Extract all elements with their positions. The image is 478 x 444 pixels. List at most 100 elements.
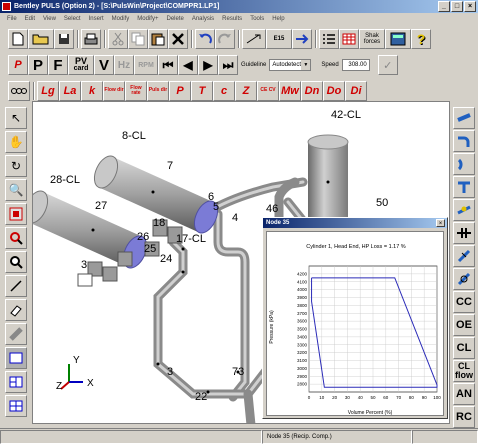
pipe-tool[interactable]	[5, 323, 27, 345]
zoom-previous-tool[interactable]	[5, 251, 27, 273]
oe-button[interactable]: OE	[453, 314, 475, 336]
c-label-button[interactable]: c	[213, 80, 235, 101]
menu-modify-plus[interactable]: Modify+	[137, 13, 158, 25]
guideline-select[interactable]: Autodetect ▼	[269, 59, 312, 71]
component-bend-button[interactable]	[453, 153, 475, 175]
component-valve-button[interactable]	[453, 199, 475, 221]
draw-line-tool[interactable]	[5, 275, 27, 297]
speed-input[interactable]: 308.00	[341, 59, 370, 71]
rotate-tool[interactable]: ↻	[5, 155, 27, 177]
flow-rate-button[interactable]: Flow rate	[125, 80, 147, 101]
shake-forces-button[interactable]: Shak forces	[359, 29, 385, 49]
mw-button[interactable]: Mw	[279, 80, 301, 101]
menu-edit[interactable]: Edit	[25, 13, 35, 25]
temperature-label-button[interactable]: T	[191, 80, 213, 101]
cc-button[interactable]: CC	[453, 291, 475, 313]
link-button[interactable]	[8, 80, 30, 101]
redo-button[interactable]	[215, 29, 235, 49]
apply-button[interactable]: ✓	[377, 55, 398, 75]
e15-button[interactable]: E15	[266, 29, 292, 49]
zoom-window-tool[interactable]	[5, 203, 27, 225]
select-tool[interactable]: ↖	[5, 107, 27, 129]
eraser-tool[interactable]	[5, 299, 27, 321]
previous-button[interactable]: ◀	[178, 55, 198, 75]
lg-button[interactable]: Lg	[37, 80, 59, 101]
menu-file[interactable]: File	[7, 13, 17, 25]
single-view-tool[interactable]	[5, 347, 27, 369]
print-button[interactable]	[81, 29, 101, 49]
save-button[interactable]	[54, 29, 74, 49]
undo-button[interactable]	[195, 29, 215, 49]
di-button[interactable]: Di	[345, 80, 367, 101]
z-label-button[interactable]: Z	[235, 80, 257, 101]
cut-button[interactable]	[108, 29, 128, 49]
la-button[interactable]: La	[59, 80, 81, 101]
menu-analysis[interactable]: Analysis	[192, 13, 214, 25]
cl-button[interactable]: CL	[453, 337, 475, 359]
pan-tool[interactable]: ✋	[5, 131, 27, 153]
node-35-popup[interactable]: Node 35 × Cylinder 1, Head End, HP Loss …	[262, 217, 448, 419]
menu-tools[interactable]: Tools	[250, 13, 264, 25]
menu-help[interactable]: Help	[272, 13, 284, 25]
puls-dir-button[interactable]: Puls dir	[147, 80, 169, 101]
zoom-tool[interactable]: 🔍	[5, 179, 27, 201]
popup-close-button[interactable]: ×	[436, 219, 445, 227]
p-button[interactable]: P	[28, 55, 48, 75]
window-title: Bentley PULS (Option 2) - [S:\PulsWin\Pr…	[14, 3, 220, 10]
title-bar: Bentley PULS (Option 2) - [S:\PulsWin\Pr…	[0, 0, 478, 13]
menu-modify[interactable]: Modify	[112, 13, 130, 25]
menu-select[interactable]: Select	[64, 13, 81, 25]
cl-flow-button[interactable]: CL flow	[453, 360, 475, 382]
ce-cv-button[interactable]: CE CV	[257, 80, 279, 101]
insert-element-button[interactable]	[242, 29, 266, 49]
dn-button[interactable]: Dn	[301, 80, 323, 101]
pressure-label-button[interactable]: P	[169, 80, 191, 101]
paste-button[interactable]	[148, 29, 168, 49]
card-label: card	[73, 65, 89, 72]
next-button[interactable]: ▶	[198, 55, 218, 75]
new-document-button[interactable]	[8, 29, 28, 49]
zoom-extents-tool[interactable]	[5, 227, 27, 249]
y-tick-label: 4100	[297, 279, 308, 284]
component-reducer-button[interactable]	[453, 245, 475, 267]
tee-icon	[458, 181, 470, 193]
an-button[interactable]: AN	[453, 383, 475, 405]
component-pipe-button[interactable]	[453, 107, 475, 129]
component-flange-button[interactable]	[453, 222, 475, 244]
calculator-button[interactable]	[385, 29, 411, 49]
chart-title: Cylinder 1, Head End, HP Loss = 1.17 %	[306, 244, 406, 250]
menu-insert[interactable]: Insert	[89, 13, 104, 25]
arrow-right-button[interactable]	[292, 29, 312, 49]
split-view-tool[interactable]	[5, 371, 27, 393]
component-tee-button[interactable]	[453, 176, 475, 198]
last-button[interactable]: ⏭	[218, 55, 238, 75]
f-button[interactable]: F	[48, 55, 68, 75]
v-button[interactable]: V	[94, 55, 114, 75]
rpm-button[interactable]: RPM	[134, 55, 158, 75]
delete-button[interactable]	[168, 29, 188, 49]
first-button[interactable]: ⏮	[158, 55, 178, 75]
red-p-button[interactable]: P	[8, 55, 28, 75]
table-button[interactable]	[339, 29, 359, 49]
hz-button[interactable]: Hz	[114, 55, 134, 75]
copy-button[interactable]	[128, 29, 148, 49]
list-button[interactable]	[319, 29, 339, 49]
maximize-button[interactable]: □	[451, 1, 463, 12]
minimize-button[interactable]: _	[438, 1, 450, 12]
pv-label: PV	[74, 56, 87, 66]
help-button[interactable]: ?	[411, 29, 431, 49]
menu-results[interactable]: Results	[222, 13, 242, 25]
do-button[interactable]: Do	[323, 80, 345, 101]
rc-button[interactable]: RC	[453, 406, 475, 428]
close-button[interactable]: ×	[464, 1, 476, 12]
menu-view[interactable]: View	[43, 13, 56, 25]
component-orifice-button[interactable]	[453, 268, 475, 290]
flow-dir-button[interactable]: Flow dir	[103, 80, 125, 101]
pv-card-button[interactable]: PV card	[68, 55, 94, 75]
open-folder-button[interactable]	[28, 29, 54, 49]
k-button[interactable]: k	[81, 80, 103, 101]
menu-delete[interactable]: Delete	[166, 13, 183, 25]
component-elbow-button[interactable]	[453, 130, 475, 152]
printer-icon	[84, 33, 98, 45]
quad-view-tool[interactable]	[5, 395, 27, 417]
